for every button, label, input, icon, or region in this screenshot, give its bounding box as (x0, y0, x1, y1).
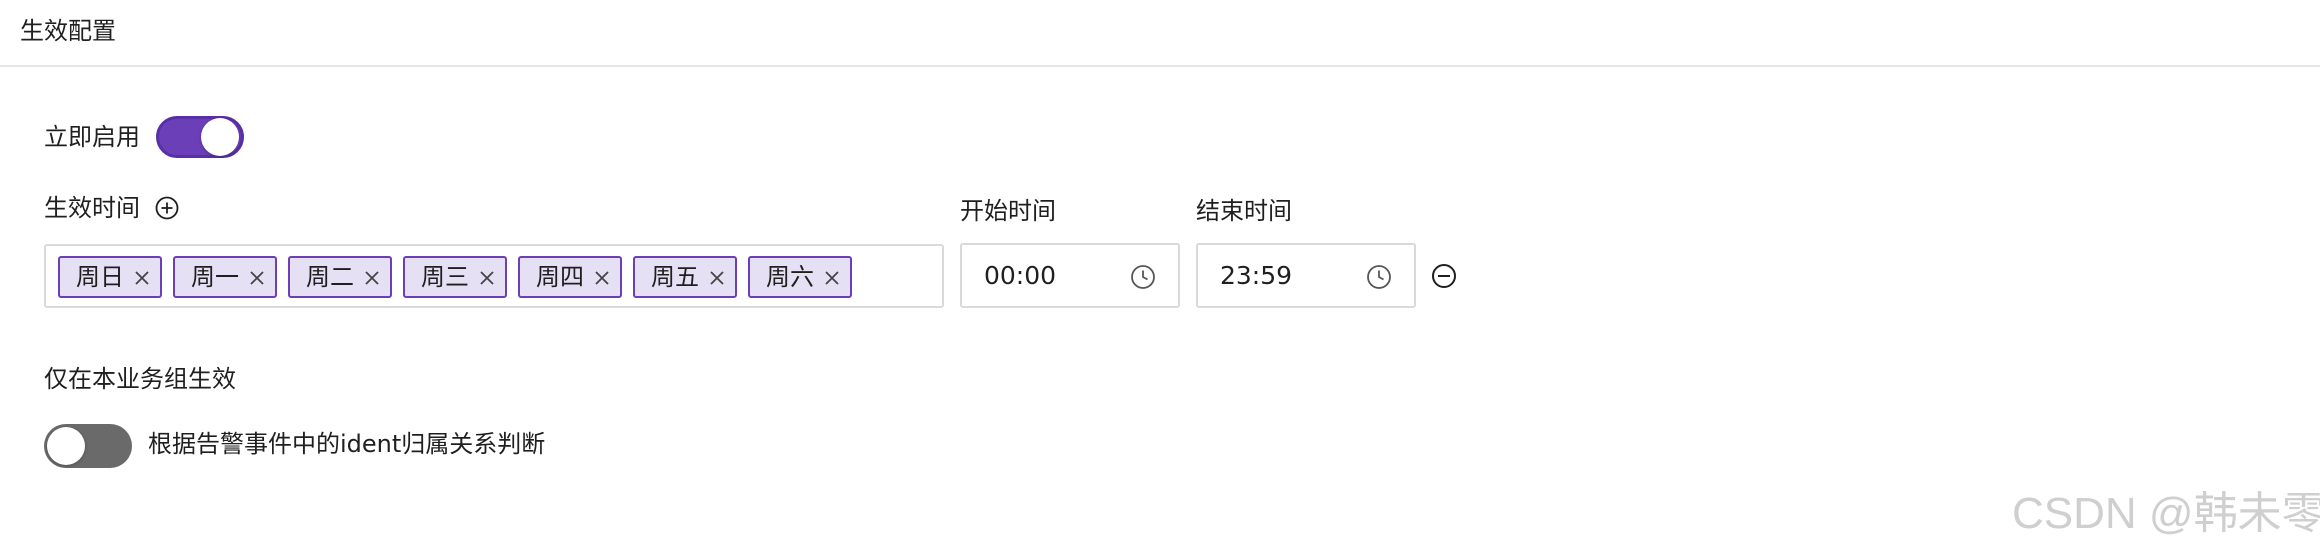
close-icon[interactable] (134, 270, 150, 286)
day-tag-thursday: 周四 (518, 256, 622, 298)
day-tag-monday: 周一 (173, 256, 277, 298)
close-icon[interactable] (479, 270, 495, 286)
day-tag-label: 周日 (76, 263, 124, 291)
business-group-description: 根据告警事件中的ident归属关系判断 (148, 430, 546, 458)
end-time-picker[interactable]: 23:59 (1196, 243, 1416, 308)
business-group-label: 仅在本业务组生效 (44, 365, 236, 393)
day-tag-label: 周三 (421, 263, 469, 291)
clock-icon (1130, 264, 1156, 290)
toggle-knob (47, 427, 85, 465)
enable-now-toggle[interactable] (156, 116, 244, 158)
start-time-value: 00:00 (984, 261, 1057, 290)
close-icon[interactable] (824, 270, 840, 286)
day-tag-friday: 周五 (633, 256, 737, 298)
close-icon[interactable] (249, 270, 265, 286)
effective-time-label: 生效时间 (44, 194, 140, 222)
start-time-picker[interactable]: 00:00 (960, 243, 1180, 308)
business-group-toggle[interactable] (44, 424, 132, 468)
effective-config-page: 生效配置 立即启用 生效时间 周日 周一 周二 周三 周四 周五 周六 开始时间… (0, 0, 2320, 552)
toggle-knob (201, 118, 239, 156)
minus-circle-icon[interactable] (1431, 263, 1457, 289)
day-tag-saturday: 周六 (748, 256, 852, 298)
plus-circle-icon[interactable] (155, 196, 179, 220)
day-tag-sunday: 周日 (58, 256, 162, 298)
clock-icon (1366, 264, 1392, 290)
day-tag-label: 周二 (306, 263, 354, 291)
section-title: 生效配置 (20, 17, 116, 45)
end-time-value: 23:59 (1220, 261, 1293, 290)
section-header: 生效配置 (0, 0, 2320, 67)
start-time-label: 开始时间 (960, 197, 1056, 225)
close-icon[interactable] (709, 270, 725, 286)
day-tag-label: 周六 (766, 263, 814, 291)
close-icon[interactable] (364, 270, 380, 286)
enable-now-label: 立即启用 (44, 123, 140, 151)
close-icon[interactable] (594, 270, 610, 286)
weekday-select[interactable]: 周日 周一 周二 周三 周四 周五 周六 (44, 244, 944, 308)
day-tag-label: 周四 (536, 263, 584, 291)
day-tag-label: 周一 (191, 263, 239, 291)
day-tag-wednesday: 周三 (403, 256, 507, 298)
day-tag-label: 周五 (651, 263, 699, 291)
end-time-label: 结束时间 (1196, 197, 1292, 225)
day-tag-tuesday: 周二 (288, 256, 392, 298)
watermark: CSDN @韩未零 (2012, 489, 2320, 538)
